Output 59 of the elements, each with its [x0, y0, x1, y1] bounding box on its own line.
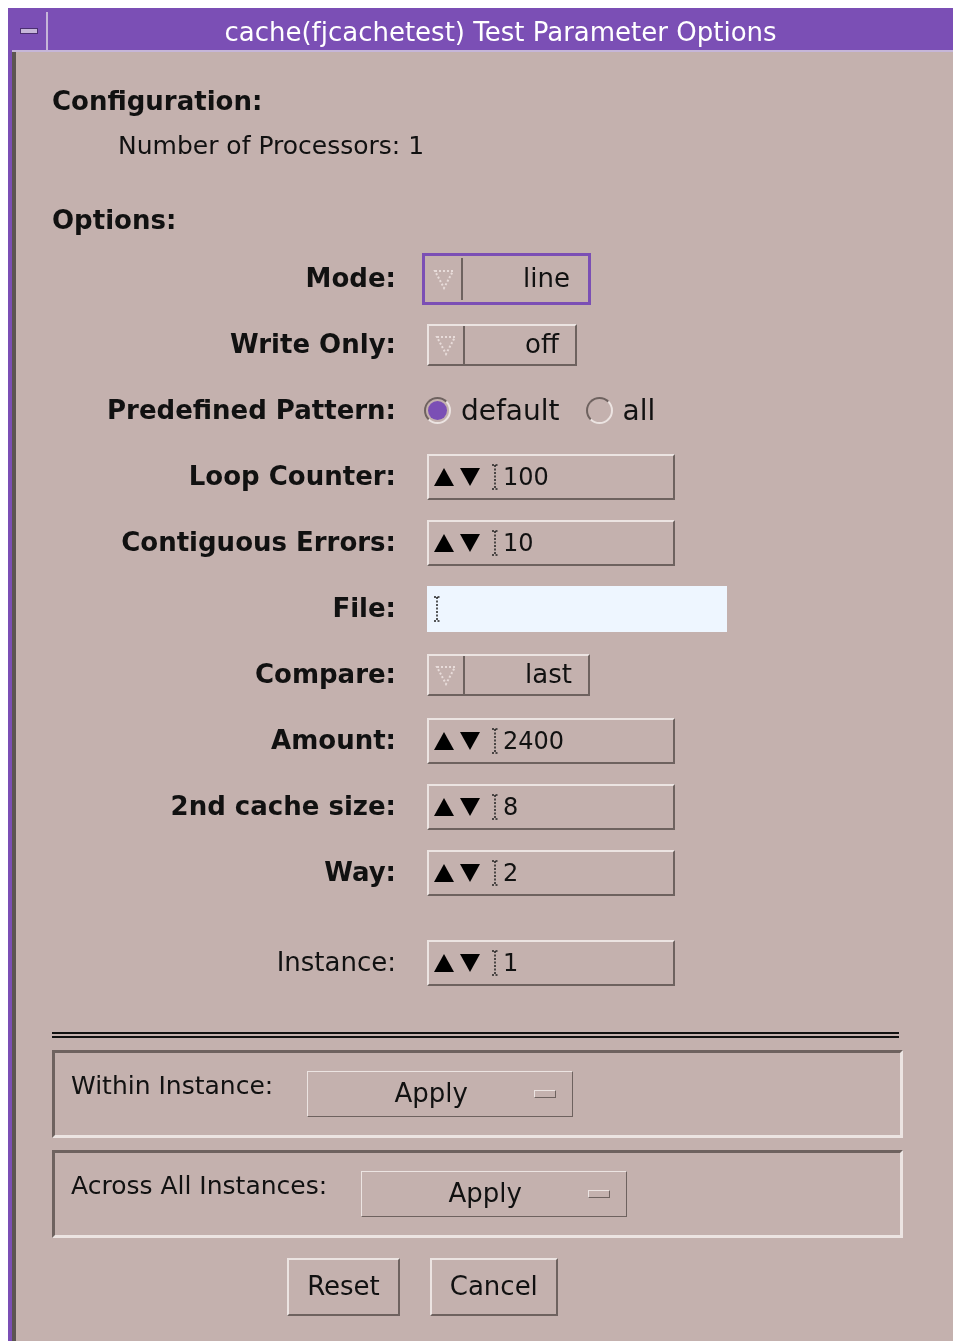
up-arrow-icon[interactable] [433, 862, 455, 883]
field-label: 2nd cache size: [170, 791, 396, 821]
window-title: cache(fjcachetest) Test Parameter Options [223, 16, 778, 49]
text-cursor-icon [433, 595, 441, 622]
apply-group-label: Across All Instances: [71, 1169, 328, 1202]
section-heading: Options: [52, 203, 178, 237]
menu-mark-icon [534, 1089, 557, 1098]
spinner-field[interactable]: 2400 [427, 717, 675, 764]
dropdown-triangle-icon [433, 267, 455, 290]
field-label: Loop Counter: [188, 461, 396, 491]
text-cursor-icon [491, 463, 499, 490]
section-heading: Configuration: [52, 85, 264, 118]
dialog-button[interactable]: Cancel [429, 1257, 558, 1316]
field-label: File: [332, 593, 396, 623]
spinner-field[interactable]: 10 [427, 519, 675, 566]
radio-option[interactable]: all [585, 389, 656, 432]
up-arrow-icon[interactable] [433, 730, 455, 751]
field-label: Write Only: [230, 329, 396, 359]
apply-menu-button[interactable]: Apply [361, 1170, 628, 1217]
option-menu[interactable]: line [422, 252, 591, 305]
dialog-button[interactable]: Reset [287, 1257, 400, 1316]
field-label: Amount: [271, 725, 396, 755]
option-menu[interactable]: last [427, 653, 590, 696]
field-label: Mode: [305, 263, 396, 293]
field-label: Instance: [276, 947, 396, 977]
field-label: Compare: [254, 659, 396, 689]
text-cursor-icon [491, 949, 499, 976]
dropdown-triangle-icon [435, 333, 457, 356]
field-label: Contiguous Errors: [121, 527, 396, 557]
apply-group-label: Within Instance: [71, 1069, 274, 1102]
field-label: Way: [324, 857, 396, 887]
down-arrow-icon[interactable] [459, 532, 481, 553]
radio-button[interactable] [585, 397, 613, 424]
file-input-field[interactable] [427, 585, 727, 632]
radio-option[interactable]: default [424, 389, 560, 432]
up-arrow-icon[interactable] [433, 796, 455, 817]
text-cursor-icon [491, 859, 499, 886]
text-cursor-icon [491, 793, 499, 820]
option-menu[interactable]: off [427, 323, 577, 366]
down-arrow-icon[interactable] [459, 796, 481, 817]
processor-count: Number of Processors: 1 [117, 130, 426, 162]
spinner-field[interactable]: 100 [427, 453, 675, 500]
up-arrow-icon[interactable] [433, 532, 455, 553]
down-arrow-icon[interactable] [459, 952, 481, 973]
text-cursor-icon [491, 727, 499, 754]
down-arrow-icon[interactable] [459, 466, 481, 487]
radio-button[interactable] [424, 397, 451, 424]
spinner-field[interactable]: 8 [427, 783, 675, 830]
down-arrow-icon[interactable] [459, 862, 481, 883]
menu-mark-icon [588, 1189, 611, 1198]
dropdown-triangle-icon [435, 663, 457, 686]
spinner-field[interactable]: 1 [427, 939, 675, 986]
up-arrow-icon[interactable] [433, 466, 455, 487]
text-cursor-icon [491, 529, 499, 556]
field-label: Predefined Pattern: [107, 395, 396, 425]
spinner-field[interactable]: 2 [427, 849, 675, 896]
up-arrow-icon[interactable] [433, 952, 455, 973]
apply-menu-button[interactable]: Apply [307, 1070, 574, 1117]
down-arrow-icon[interactable] [459, 730, 481, 751]
